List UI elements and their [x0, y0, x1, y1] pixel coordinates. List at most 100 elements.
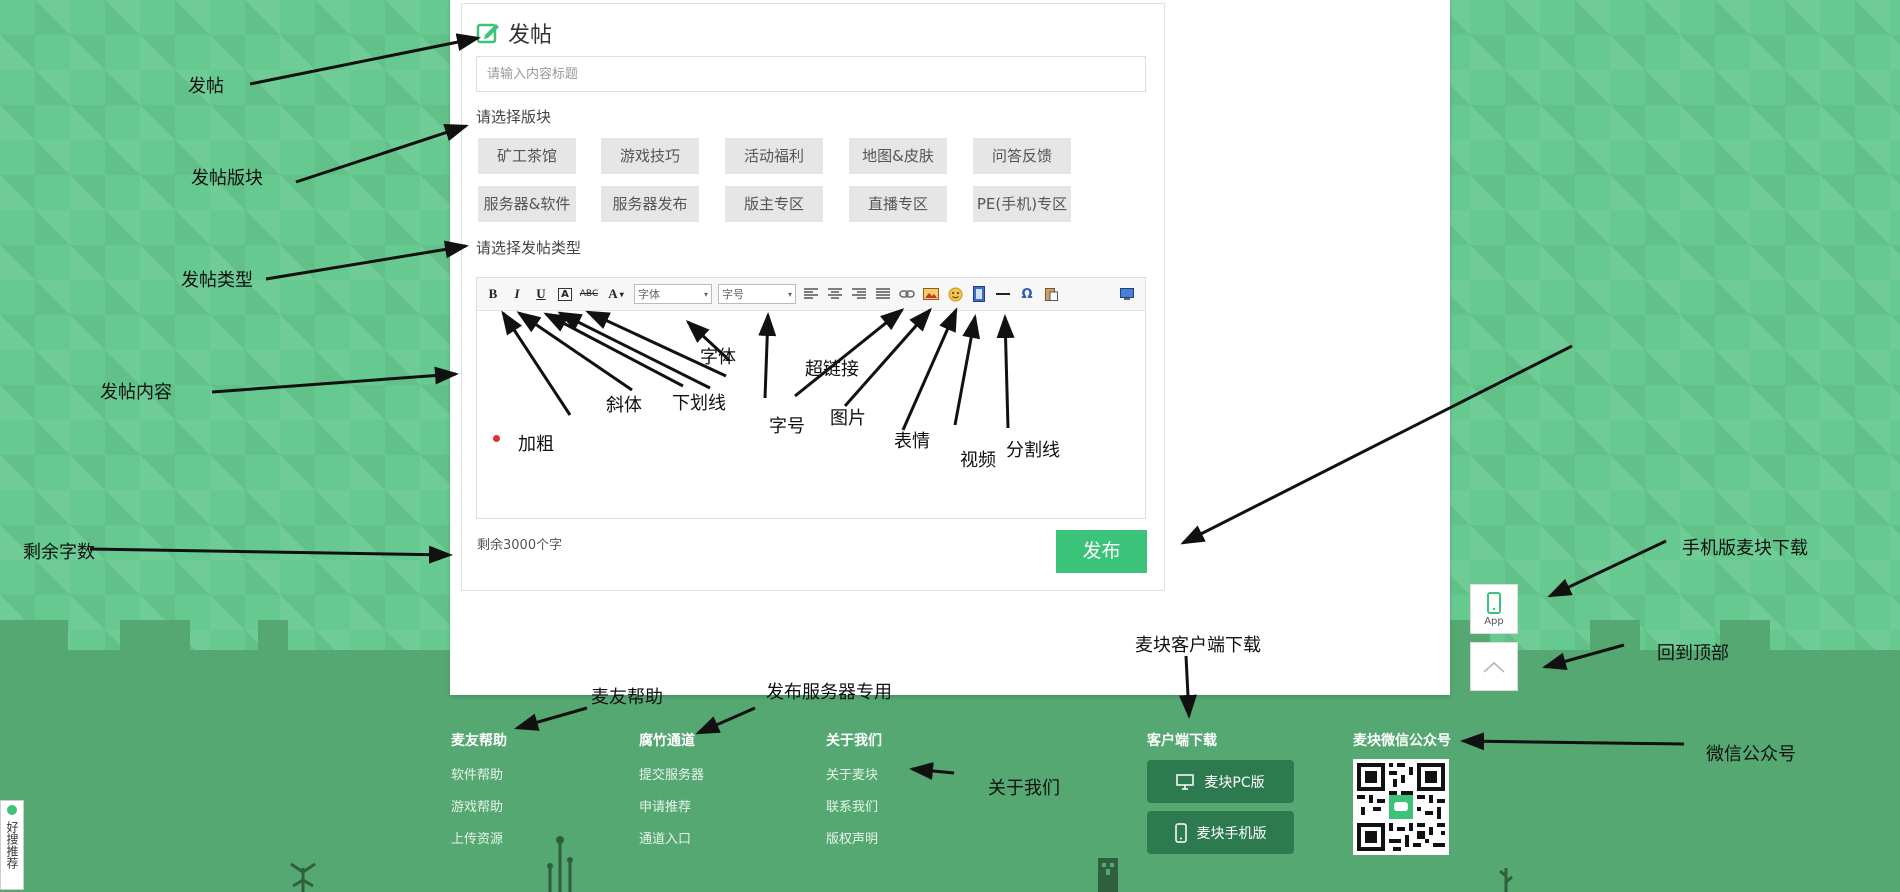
board-option[interactable]: 活动福利 [725, 138, 823, 174]
special-char-icon[interactable]: Ω [1016, 283, 1038, 305]
align-center-icon[interactable] [824, 283, 846, 305]
video-icon[interactable] [968, 283, 990, 305]
bold-icon[interactable]: B [482, 283, 504, 305]
page-title: 发帖 [508, 23, 553, 48]
board-option[interactable]: PE(手机)专区 [973, 186, 1071, 222]
font-size-select[interactable]: 字号 ▾ [718, 284, 796, 304]
align-left-icon[interactable] [800, 283, 822, 305]
annotation-label: 手机版麦块下载 [1682, 538, 1808, 559]
board-option[interactable]: 地图&皮肤 [849, 138, 947, 174]
footer-link[interactable]: 提交服务器 [639, 764, 704, 783]
post-header: 发帖 [476, 18, 552, 48]
footer-link[interactable]: 联系我们 [826, 796, 882, 815]
footer-link[interactable]: 软件帮助 [451, 764, 507, 783]
paste-icon[interactable] [1040, 283, 1062, 305]
board-option[interactable]: 直播专区 [849, 186, 947, 222]
footer-link[interactable]: 关于麦块 [826, 764, 882, 783]
footer-col-title: 关于我们 [826, 733, 882, 749]
image-icon[interactable] [920, 283, 942, 305]
footer-col-client: 客户端下载 [1147, 730, 1217, 764]
board-option[interactable]: 服务器&软件 [478, 186, 576, 222]
board-label: 请选择版块 [476, 108, 552, 126]
annotation-label: 关于我们 [988, 778, 1060, 799]
app-download-button[interactable]: App [1470, 584, 1518, 634]
rich-text-editor[interactable]: B I U A ABC A ▾ 字体 ▾ 字号 ▾ Ω [476, 277, 1146, 519]
mobile-download-button[interactable]: 麦块手机版 [1147, 811, 1294, 854]
footer-col-title: 客户端下载 [1147, 733, 1217, 749]
annotation-label: 发帖类型 [181, 270, 253, 291]
monitor-icon [1176, 773, 1195, 790]
emoji-icon[interactable] [944, 283, 966, 305]
app-label: App [1484, 615, 1504, 627]
footer-link[interactable]: 版权声明 [826, 828, 882, 847]
footer-col-title: 麦块微信公众号 [1353, 733, 1451, 749]
annotation-label: 斜体 [606, 395, 642, 416]
edit-icon [476, 23, 499, 44]
pc-download-button[interactable]: 麦块PC版 [1147, 760, 1294, 803]
font-color-icon[interactable]: A ▾ [602, 283, 630, 305]
footer-col-title: 腐竹通道 [639, 733, 695, 749]
bg-step [120, 620, 190, 650]
chevron-down-icon: ▾ [787, 289, 792, 299]
link-icon[interactable] [896, 283, 918, 305]
board-option[interactable]: 矿工茶馆 [478, 138, 576, 174]
board-option[interactable]: 服务器发布 [601, 186, 699, 222]
font-border-icon[interactable]: A [554, 283, 576, 305]
annotation-label: 麦友帮助 [591, 687, 663, 708]
annotation-label: 发帖版块 [191, 168, 263, 189]
title-input[interactable]: 请输入内容标题 [476, 56, 1146, 92]
align-justify-icon[interactable] [872, 283, 894, 305]
footer-link[interactable]: 上传资源 [451, 828, 507, 847]
annotation-label: 字号 [769, 416, 805, 437]
underline-icon[interactable]: U [530, 283, 552, 305]
font-family-select[interactable]: 字体 ▾ [634, 284, 712, 304]
annotation-label: 下划线 [672, 393, 726, 414]
editor-toolbar: B I U A ABC A ▾ 字体 ▾ 字号 ▾ Ω [477, 278, 1145, 311]
footer-col-title: 麦友帮助 [451, 733, 507, 749]
footer-col-help: 麦友帮助 软件帮助 游戏帮助 上传资源 [451, 730, 507, 860]
annotation-label: 字体 [700, 347, 736, 368]
back-to-top-button[interactable] [1470, 642, 1518, 691]
board-option[interactable]: 问答反馈 [973, 138, 1071, 174]
phone-icon [1487, 591, 1501, 614]
footer-col-server: 腐竹通道 提交服务器 申请推荐 通道入口 [639, 730, 704, 860]
chevron-down-icon: ▾ [703, 289, 708, 299]
align-right-icon[interactable] [848, 283, 870, 305]
annotation-label: 视频 [960, 450, 996, 471]
publish-button[interactable]: 发布 [1056, 530, 1147, 573]
pixel-plant-decoration [290, 862, 316, 892]
board-option[interactable]: 游戏技巧 [601, 138, 699, 174]
annotation-label: 发帖 [188, 76, 224, 97]
annotation-label: 发帖内容 [100, 382, 172, 403]
annotation-label: 超链接 [805, 359, 859, 380]
footer-col-about: 关于我们 关于麦块 联系我们 版权声明 [826, 730, 882, 860]
pixel-plant-decoration [1499, 868, 1513, 892]
pc-download-label: 麦块PC版 [1204, 774, 1265, 791]
footer-link[interactable]: 申请推荐 [639, 796, 704, 815]
divider-icon[interactable] [992, 283, 1014, 305]
creeper-decoration [1098, 858, 1118, 892]
annotation-label: 发布服务器专用 [766, 682, 892, 703]
wechat-qr-code [1353, 759, 1449, 855]
strikethrough-icon[interactable]: ABC [578, 283, 600, 305]
source-icon[interactable] [1116, 283, 1138, 305]
font-family-value: 字体 [638, 288, 660, 301]
footer-link[interactable]: 游戏帮助 [451, 796, 507, 815]
mobile-download-label: 麦块手机版 [1196, 825, 1267, 842]
footer-link[interactable]: 通道入口 [639, 828, 704, 847]
recommend-side-tab[interactable]: 好搜推荐 [0, 800, 24, 890]
annotation-label: 剩余字数 [23, 542, 95, 563]
chevron-up-icon [1483, 661, 1505, 673]
italic-icon[interactable]: I [506, 283, 528, 305]
remaining-count: 剩余3000个字 [477, 538, 563, 553]
annotation-label: 麦块客户端下载 [1135, 635, 1261, 656]
pixel-plant-decoration [547, 836, 573, 892]
annotation-label: 加粗 [518, 434, 554, 455]
annotation-label: 图片 [830, 408, 866, 429]
board-option[interactable]: 版主专区 [725, 186, 823, 222]
bg-step [0, 620, 68, 650]
status-dot-icon [7, 805, 17, 815]
annotation-label: 表情 [894, 431, 930, 452]
status-bullet [493, 435, 500, 442]
annotation-label: 分割线 [1006, 440, 1060, 461]
